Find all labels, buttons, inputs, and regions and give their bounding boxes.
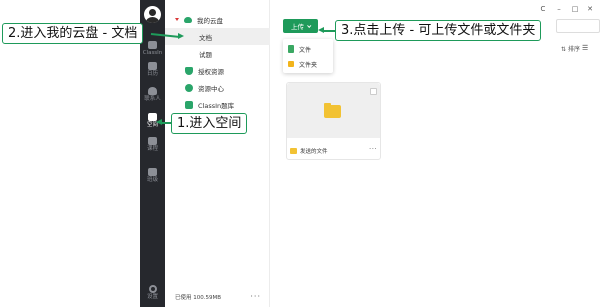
tree-item-label: ClassIn题库 [198, 101, 235, 110]
tree-item-label: 资源中心 [198, 84, 224, 93]
tree-item-question-bank[interactable]: ClassIn题库 [165, 96, 270, 113]
left-nav-rail: ClassIn 日历 联系人 空间 课程 班级 设置 [140, 0, 165, 307]
rail-label: 日历 [146, 71, 158, 77]
annotation-step3: 3.点击上传 - 可上传文件或文件夹 [335, 20, 542, 41]
folder-icon [290, 148, 297, 154]
rail-item-calendar[interactable]: 日历 [140, 62, 165, 78]
menu-item-label: 文件夹 [299, 61, 318, 69]
upload-dropdown: 文件 文件夹 [283, 39, 333, 73]
select-checkbox[interactable] [370, 88, 377, 95]
file-icon [288, 45, 294, 53]
tree-item-authorized[interactable]: 授权资源 [165, 62, 270, 79]
close-icon[interactable]: ✕ [585, 5, 595, 13]
tree-item-my-cloud[interactable]: 我的云盘 [165, 11, 270, 28]
tree-item-exams[interactable]: 试题 [165, 45, 270, 62]
rail-item-settings[interactable]: 设置 [140, 285, 165, 301]
storage-usage: 已使用 100.59MB [175, 295, 222, 301]
annotation-step1: 1.进入空间 [171, 113, 248, 134]
person-icon [148, 87, 157, 95]
sort-button[interactable]: ⇅ 排序 [561, 44, 580, 53]
list-view-icon[interactable]: ☰ [582, 44, 588, 52]
arrow-head [156, 119, 162, 125]
chevron-down-icon [307, 23, 312, 28]
rail-item-class[interactable]: 班级 [140, 168, 165, 184]
menu-item-label: 文件 [299, 46, 312, 54]
caret-down-icon[interactable] [175, 18, 179, 21]
question-bank-icon [185, 100, 193, 109]
arrow-head [178, 33, 184, 39]
rail-item-course[interactable]: 课程 [140, 137, 165, 153]
class-icon [148, 168, 157, 176]
more-icon[interactable]: ··· [250, 292, 261, 301]
rail-label: 课程 [146, 146, 158, 152]
course-icon [148, 137, 157, 145]
file-card-footer: 发送的文件 [287, 145, 380, 157]
file-card[interactable]: 发送的文件 ··· [286, 82, 381, 160]
calendar-icon [148, 62, 157, 70]
tree-item-label: 试题 [199, 50, 212, 59]
more-options-icon[interactable]: ··· [369, 145, 377, 153]
sort-label: 排序 [567, 46, 580, 53]
file-thumbnail [287, 83, 380, 138]
gear-icon [148, 285, 157, 293]
annotation-step2: 2.进入我的云盘 - 文档 [2, 23, 144, 44]
shield-icon [185, 66, 193, 75]
tree-item-label: 文档 [199, 33, 212, 42]
rail-label: ClassIn [142, 50, 163, 56]
maximize-icon[interactable]: □ [570, 5, 580, 13]
resource-center-icon [185, 83, 193, 92]
classin-icon [148, 41, 157, 49]
file-name: 发送的文件 [300, 149, 328, 155]
tree-item-label: 我的云盘 [197, 16, 223, 25]
minimize-icon[interactable]: – [554, 5, 564, 13]
search-input[interactable] [556, 19, 600, 33]
upload-file-option[interactable]: 文件 [288, 43, 311, 55]
refresh-icon[interactable]: C [538, 5, 548, 13]
arrow-head [318, 27, 324, 33]
folder-icon [324, 103, 341, 118]
tree-item-resource-center[interactable]: 资源中心 [165, 79, 270, 96]
cloud-icon [184, 16, 192, 23]
upload-folder-option[interactable]: 文件夹 [288, 58, 317, 70]
folder-icon [288, 61, 294, 67]
rail-item-classin[interactable]: ClassIn [140, 41, 165, 57]
rail-item-contacts[interactable]: 联系人 [140, 87, 165, 103]
rail-label: 班级 [146, 177, 158, 183]
rail-label: 联系人 [144, 96, 161, 102]
avatar[interactable] [144, 6, 161, 23]
tree-item-label: 授权资源 [198, 67, 224, 76]
upload-button[interactable]: 上传 [283, 19, 318, 33]
rail-label: 设置 [146, 294, 158, 300]
sort-icon: ⇅ [561, 46, 567, 53]
cloud-tree-panel: 我的云盘 文档 试题 授权资源 资源中心 ClassIn题库 已使用 100.5… [165, 0, 270, 307]
main-content: C – □ ✕ 上传 文件 文件夹 ⇅ 排序 ☰ 发送的文件 ··· [271, 0, 600, 307]
upload-label: 上传 [291, 23, 304, 31]
